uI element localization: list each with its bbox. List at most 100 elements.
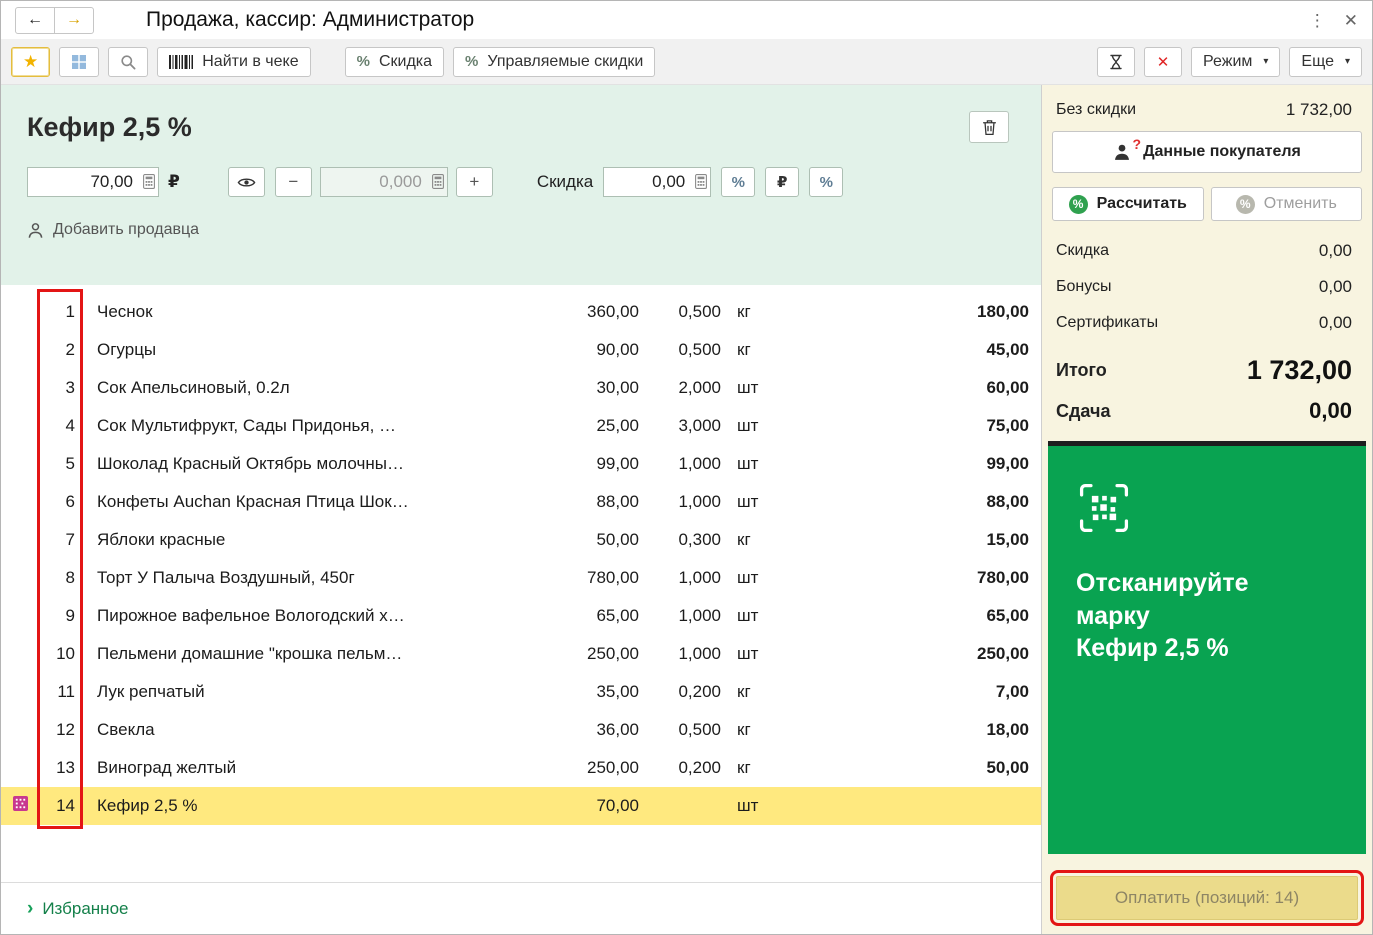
find-in-check-button[interactable]: Найти в чеке bbox=[157, 47, 310, 77]
cancel-receipt-button[interactable]: ✕ bbox=[1144, 47, 1182, 77]
scan-prompt-text: Отсканируйте марку Кефир 2,5 % bbox=[1076, 567, 1311, 665]
discount-actions: % Рассчитать % Отменить bbox=[1052, 187, 1362, 221]
table-row[interactable]: 13 Виноград желтый 250,00 0,200 кг 50,00 bbox=[1, 749, 1041, 787]
item-unit: кг bbox=[721, 302, 779, 322]
discount-ruble-button[interactable]: ₽ bbox=[765, 167, 799, 197]
summary-value: 0,00 bbox=[1319, 313, 1352, 333]
search-button[interactable] bbox=[108, 47, 148, 77]
table-row[interactable]: 2 Огурцы 90,00 0,500 кг 45,00 bbox=[1, 331, 1041, 369]
current-item-panel: Кефир 2,5 % bbox=[1, 85, 1041, 285]
total-value: 1 732,00 bbox=[1247, 355, 1352, 386]
back-arrow-icon: ← bbox=[27, 11, 43, 29]
table-row[interactable]: 8 Торт У Палыча Воздушный, 450г 780,00 1… bbox=[1, 559, 1041, 597]
item-number: 6 bbox=[39, 492, 75, 512]
summary-row-discount: Скидка 0,00 bbox=[1048, 233, 1366, 269]
delete-item-button[interactable] bbox=[969, 111, 1009, 143]
favorites-label: Избранное bbox=[42, 899, 128, 919]
goods-grid-button[interactable] bbox=[59, 47, 99, 77]
customer-data-label: Данные покупателя bbox=[1143, 143, 1301, 161]
find-in-check-label: Найти в чеке bbox=[202, 53, 298, 71]
change-row: Сдача 0,00 bbox=[1048, 393, 1366, 429]
table-row[interactable]: 6 Конфеты Auchan Красная Птица Шок… 88,0… bbox=[1, 483, 1041, 521]
grid-icon bbox=[71, 54, 87, 70]
forward-arrow-icon: → bbox=[66, 11, 82, 29]
cancel-discount-button[interactable]: % Отменить bbox=[1211, 187, 1363, 221]
decrease-quantity-button[interactable]: − bbox=[275, 167, 312, 197]
item-unit: шт bbox=[721, 416, 779, 436]
item-unit: кг bbox=[721, 530, 779, 550]
chevron-right-icon: › bbox=[27, 899, 33, 918]
item-quantity: 1,000 bbox=[639, 454, 721, 474]
item-name: Торт У Палыча Воздушный, 450г bbox=[75, 568, 519, 588]
item-quantity: 1,000 bbox=[639, 644, 721, 664]
items-list: 1 Чеснок 360,00 0,500 кг 180,00 2 Огурцы… bbox=[1, 293, 1041, 825]
add-seller-button[interactable]: Добавить продавца bbox=[27, 221, 199, 239]
discount-percent-button[interactable]: % bbox=[721, 167, 755, 197]
increase-quantity-button[interactable]: + bbox=[456, 167, 493, 197]
table-row[interactable]: 7 Яблоки красные 50,00 0,300 кг 15,00 bbox=[1, 521, 1041, 559]
cancel-label: Отменить bbox=[1264, 195, 1337, 213]
calculator-icon[interactable] bbox=[432, 174, 444, 189]
item-price: 65,00 bbox=[519, 606, 639, 626]
item-price: 50,00 bbox=[519, 530, 639, 550]
back-button[interactable]: ← bbox=[15, 7, 55, 34]
calculator-icon[interactable] bbox=[143, 174, 155, 189]
calculator-icon[interactable] bbox=[695, 174, 707, 189]
marked-goods-icon bbox=[13, 796, 28, 816]
item-unit: шт bbox=[721, 796, 779, 816]
table-row[interactable]: 9 Пирожное вафельное Вологодский х… 65,0… bbox=[1, 597, 1041, 635]
table-row[interactable]: 10 Пельмени домашние "крошка пельм… 250,… bbox=[1, 635, 1041, 673]
view-price-button[interactable] bbox=[228, 167, 265, 197]
item-total: 88,00 bbox=[779, 492, 1029, 512]
mode-dropdown-button[interactable]: Режим ▾ bbox=[1191, 47, 1280, 77]
table-row[interactable]: 11 Лук репчатый 35,00 0,200 кг 7,00 bbox=[1, 673, 1041, 711]
table-row[interactable]: 14 Кефир 2,5 % 70,00 шт bbox=[1, 787, 1041, 825]
discount-field bbox=[603, 167, 711, 197]
kebab-menu-button[interactable]: ⋮ bbox=[1309, 12, 1326, 29]
qr-scan-icon bbox=[1076, 523, 1132, 540]
favorites-star-button[interactable]: ★ bbox=[11, 47, 50, 77]
more-label: Еще bbox=[1301, 53, 1334, 71]
item-name: Лук репчатый bbox=[75, 682, 519, 702]
table-row[interactable]: 3 Сок Апельсиновый, 0.2л 30,00 2,000 шт … bbox=[1, 369, 1041, 407]
item-name: Свекла bbox=[75, 720, 519, 740]
close-button[interactable]: ✕ bbox=[1344, 12, 1358, 29]
item-number: 10 bbox=[39, 644, 75, 664]
chevron-down-icon: ▾ bbox=[1345, 56, 1350, 67]
table-row[interactable]: 1 Чеснок 360,00 0,500 кг 180,00 bbox=[1, 293, 1041, 331]
price-input[interactable] bbox=[28, 168, 158, 196]
no-discount-value: 1 732,00 bbox=[1286, 100, 1352, 120]
item-quantity: 1,000 bbox=[639, 606, 721, 626]
item-price: 70,00 bbox=[519, 796, 639, 816]
discount-button[interactable]: % Скидка bbox=[345, 47, 444, 77]
percent-icon: % bbox=[357, 53, 370, 70]
table-row[interactable]: 5 Шоколад Красный Октябрь молочны… 99,00… bbox=[1, 445, 1041, 483]
item-name: Пельмени домашние "крошка пельм… bbox=[75, 644, 519, 664]
table-row[interactable]: 12 Свекла 36,00 0,500 кг 18,00 bbox=[1, 711, 1041, 749]
pay-button[interactable]: Оплатить (позиций: 14) bbox=[1056, 876, 1358, 920]
table-row[interactable]: 4 Сок Мультифрукт, Сады Придонья, … 25,0… bbox=[1, 407, 1041, 445]
item-price: 250,00 bbox=[519, 644, 639, 664]
customer-data-button[interactable]: ? Данные покупателя bbox=[1052, 131, 1362, 173]
managed-discounts-button[interactable]: % Управляемые скидки bbox=[453, 47, 655, 77]
change-value: 0,00 bbox=[1309, 398, 1352, 424]
item-total: 75,00 bbox=[779, 416, 1029, 436]
item-unit: кг bbox=[721, 682, 779, 702]
discount-percent-alt-button[interactable]: % bbox=[809, 167, 843, 197]
item-total: 780,00 bbox=[779, 568, 1029, 588]
item-number: 5 bbox=[39, 454, 75, 474]
calculate-button[interactable]: % Рассчитать bbox=[1052, 187, 1204, 221]
close-icon: ✕ bbox=[1344, 11, 1358, 30]
more-dropdown-button[interactable]: Еще ▾ bbox=[1289, 47, 1362, 77]
hourglass-button[interactable] bbox=[1097, 47, 1135, 77]
quantity-input[interactable] bbox=[321, 168, 447, 196]
quantity-field bbox=[320, 167, 448, 197]
item-price: 250,00 bbox=[519, 758, 639, 778]
summary-row-certificates: Сертификаты 0,00 bbox=[1048, 305, 1366, 341]
favorites-toggle[interactable]: › Избранное bbox=[1, 882, 1041, 934]
item-number: 11 bbox=[39, 682, 75, 702]
person-icon bbox=[27, 222, 44, 239]
item-name: Виноград желтый bbox=[75, 758, 519, 778]
forward-button[interactable]: → bbox=[54, 7, 94, 34]
plus-icon: + bbox=[469, 172, 479, 192]
